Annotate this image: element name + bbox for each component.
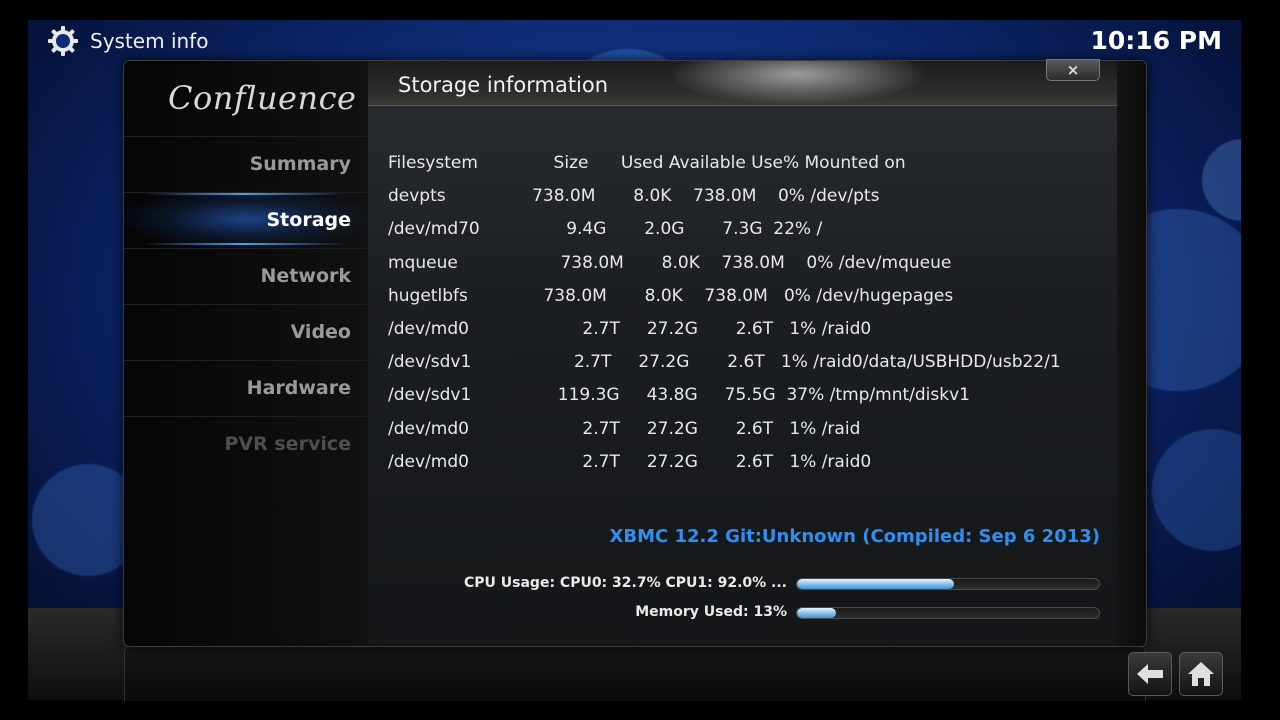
cpu-usage-bar [796,578,1100,590]
cpu-usage-label: CPU Usage: CPU0: 32.7% CPU1: 92.0% ... [464,575,787,591]
page-title: Storage information [398,73,609,97]
clock: 10:16 PM [1090,26,1222,55]
confluence-logo: Confluence [168,79,357,117]
storage-row: mqueue 738.0M 8.0K 738.0M 0% /dev/mqueue [388,252,952,273]
system-info-dialog: Confluence Summary Storage Network Video… [123,59,1147,647]
storage-row: /dev/sdv1 2.7T 27.2G 2.6T 1% /raid0/data… [388,352,1061,373]
sidebar-item-hardware[interactable]: Hardware [124,360,368,415]
sidebar-item-video[interactable]: Video [124,304,368,359]
window-title: System info [90,29,209,53]
memory-used-label: Memory Used: 13% [635,604,787,620]
storage-row: /dev/md0 2.7T 27.2G 2.6T 1% /raid [388,418,861,439]
sidebar-item-storage[interactable]: Storage [124,192,368,247]
cpu-usage-bar-fill [797,579,955,589]
storage-row: devpts 738.0M 8.0K 738.0M 0% /dev/pts [388,186,880,207]
storage-row: /dev/md0 2.7T 27.2G 2.6T 1% /raid0 [388,451,872,472]
sidebar: Confluence Summary Storage Network Video… [124,61,368,646]
version-label: XBMC 12.2 Git:Unknown (Compiled: Sep 6 2… [609,526,1100,547]
storage-row: /dev/sdv1 119.3G 43.8G 75.5G 37% /tmp/mn… [388,385,970,406]
storage-row: hugetlbfs 738.0M 8.0K 738.0M 0% /dev/hug… [388,285,954,306]
home-icon [1188,662,1214,686]
memory-used-bar-fill [797,608,837,618]
storage-table: Filesystem Size Used Available Use% Moun… [388,147,1061,479]
sidebar-item-summary[interactable]: Summary [124,136,368,191]
sidebar-item-network[interactable]: Network [124,248,368,303]
gear-icon [48,26,78,56]
bottom-panel [124,646,1146,701]
close-button[interactable]: × [1046,59,1100,81]
right-edge [1117,61,1146,646]
storage-row: /dev/md0 2.7T 27.2G 2.6T 1% /raid0 [388,318,872,339]
home-button[interactable] [1179,652,1223,696]
back-arrow-icon [1137,664,1163,684]
storage-header-row: Filesystem Size Used Available Use% Moun… [388,153,906,173]
memory-used-bar [796,607,1100,619]
sidebar-item-pvr-service[interactable]: PVR service [124,416,368,471]
storage-row: /dev/md70 9.4G 2.0G 7.3G 22% / [388,219,823,240]
back-button[interactable] [1128,652,1172,696]
